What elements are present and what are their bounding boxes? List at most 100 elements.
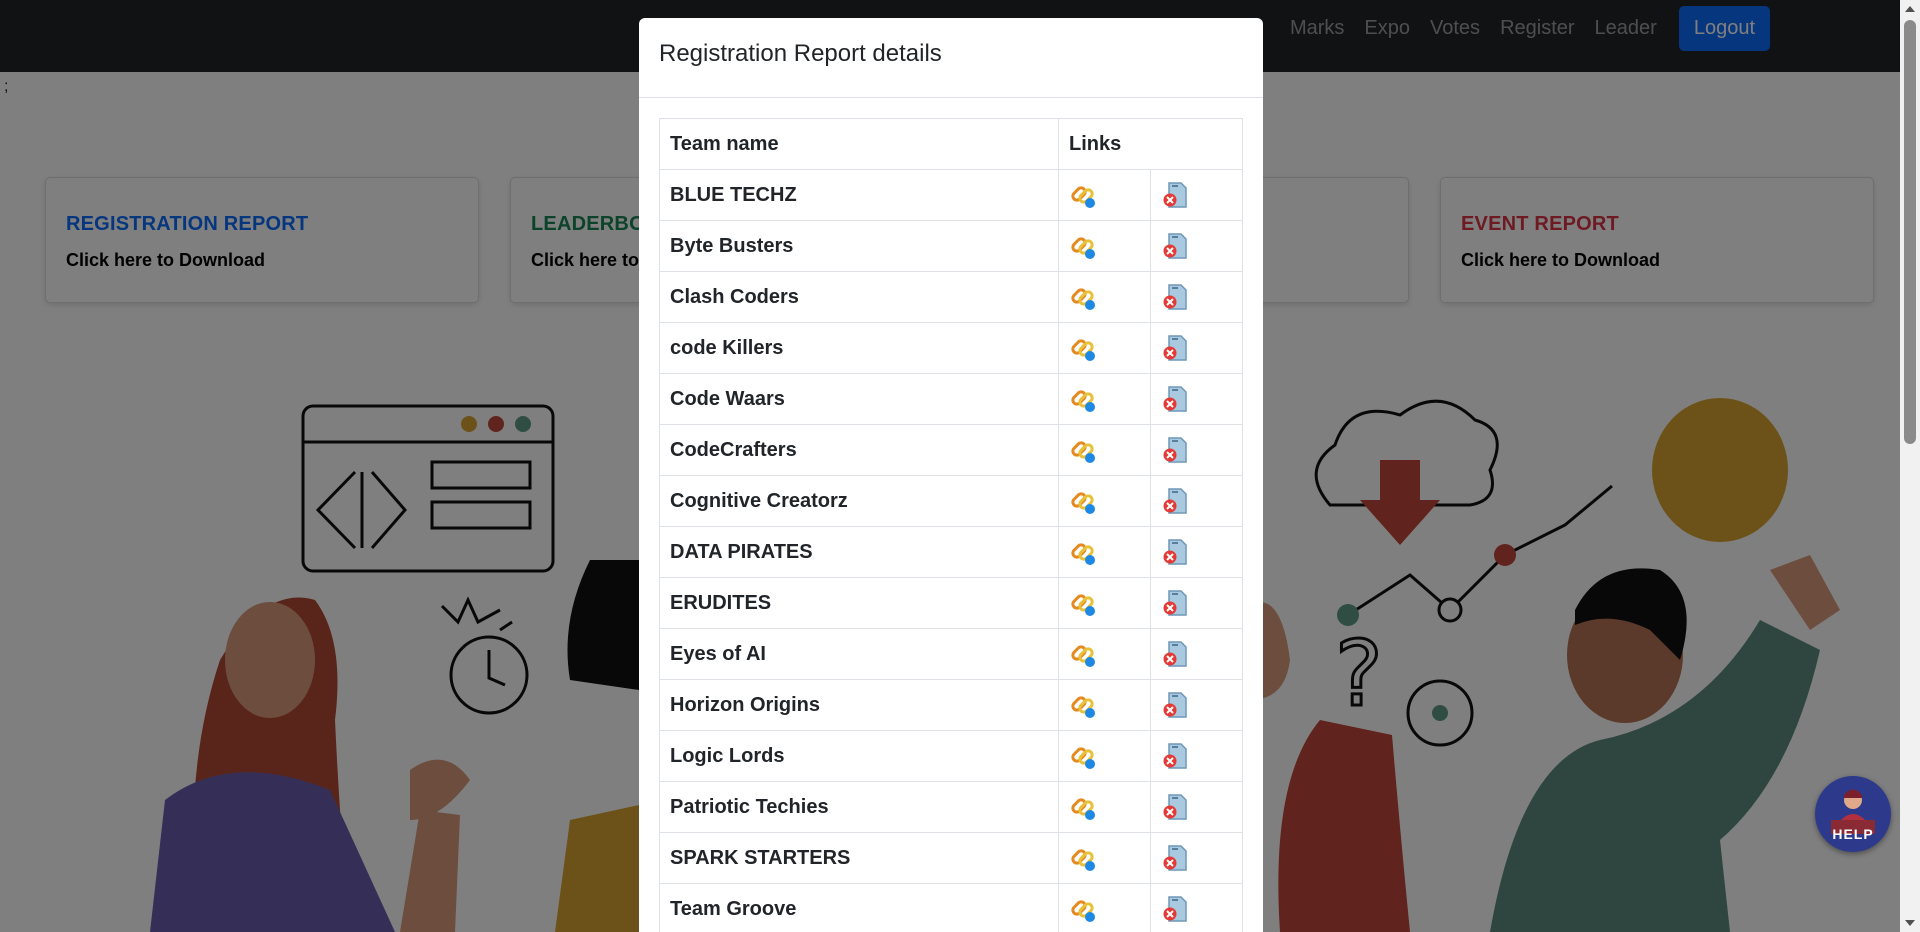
delete-cell	[1150, 628, 1243, 680]
registration-table: Team name Links BLUE TECHZ Byte Busters …	[659, 118, 1243, 932]
team-name-cell: ERUDITES	[659, 577, 1059, 629]
link-icon[interactable]	[1069, 334, 1097, 362]
link-icon[interactable]	[1069, 181, 1097, 209]
delete-cell	[1150, 832, 1243, 884]
link-icon[interactable]	[1069, 895, 1097, 923]
link-icon[interactable]	[1069, 436, 1097, 464]
delete-file-icon[interactable]	[1161, 691, 1189, 719]
modal-body: Team name Links BLUE TECHZ Byte Busters …	[639, 98, 1263, 932]
team-name-cell: Byte Busters	[659, 220, 1059, 272]
link-cell	[1058, 322, 1151, 374]
link-icon[interactable]	[1069, 385, 1097, 413]
table-row: CodeCrafters	[659, 424, 1243, 476]
scroll-up-arrow-icon[interactable]	[1905, 6, 1915, 12]
table-row: Horizon Origins	[659, 679, 1243, 731]
link-cell	[1058, 781, 1151, 833]
delete-cell	[1150, 220, 1243, 272]
table-row: Patriotic Techies	[659, 781, 1243, 833]
delete-file-icon[interactable]	[1161, 793, 1189, 821]
help-button[interactable]: HELP	[1815, 776, 1891, 852]
table-row: Eyes of AI	[659, 628, 1243, 680]
delete-file-icon[interactable]	[1161, 844, 1189, 872]
scrollbar-thumb[interactable]	[1904, 20, 1916, 444]
team-name-cell: BLUE TECHZ	[659, 169, 1059, 221]
delete-file-icon[interactable]	[1161, 436, 1189, 464]
delete-cell	[1150, 271, 1243, 323]
link-icon[interactable]	[1069, 232, 1097, 260]
table-row: Team Groove	[659, 883, 1243, 932]
link-cell	[1058, 220, 1151, 272]
team-name-cell: Cognitive Creatorz	[659, 475, 1059, 527]
link-icon[interactable]	[1069, 283, 1097, 311]
team-name-cell: CodeCrafters	[659, 424, 1059, 476]
column-header-team-name: Team name	[659, 118, 1059, 170]
table-row: Logic Lords	[659, 730, 1243, 782]
link-icon[interactable]	[1069, 487, 1097, 515]
link-icon[interactable]	[1069, 844, 1097, 872]
team-name-cell: Logic Lords	[659, 730, 1059, 782]
delete-file-icon[interactable]	[1161, 742, 1189, 770]
link-cell	[1058, 169, 1151, 221]
table-row: Byte Busters	[659, 220, 1243, 272]
delete-file-icon[interactable]	[1161, 385, 1189, 413]
delete-file-icon[interactable]	[1161, 334, 1189, 362]
delete-file-icon[interactable]	[1161, 487, 1189, 515]
delete-cell	[1150, 730, 1243, 782]
team-name-cell: DATA PIRATES	[659, 526, 1059, 578]
link-cell	[1058, 628, 1151, 680]
delete-file-icon[interactable]	[1161, 589, 1189, 617]
link-cell	[1058, 424, 1151, 476]
delete-file-icon[interactable]	[1161, 181, 1189, 209]
delete-cell	[1150, 577, 1243, 629]
table-row: DATA PIRATES	[659, 526, 1243, 578]
link-icon[interactable]	[1069, 589, 1097, 617]
table-row: SPARK STARTERS	[659, 832, 1243, 884]
registration-report-modal: Registration Report details Team name Li…	[639, 18, 1263, 932]
team-name-cell: Horizon Origins	[659, 679, 1059, 731]
link-icon[interactable]	[1069, 640, 1097, 668]
link-icon[interactable]	[1069, 742, 1097, 770]
delete-cell	[1150, 475, 1243, 527]
modal-title: Registration Report details	[659, 40, 942, 67]
table-row: Code Waars	[659, 373, 1243, 425]
team-name-cell: code Killers	[659, 322, 1059, 374]
team-name-cell: Team Groove	[659, 883, 1059, 932]
delete-file-icon[interactable]	[1161, 895, 1189, 923]
link-cell	[1058, 883, 1151, 932]
delete-cell	[1150, 373, 1243, 425]
delete-cell	[1150, 679, 1243, 731]
delete-file-icon[interactable]	[1161, 232, 1189, 260]
link-icon[interactable]	[1069, 691, 1097, 719]
delete-cell	[1150, 169, 1243, 221]
link-icon[interactable]	[1069, 538, 1097, 566]
delete-file-icon[interactable]	[1161, 640, 1189, 668]
link-cell	[1058, 730, 1151, 782]
page-scrollbar[interactable]	[1900, 0, 1920, 932]
link-icon[interactable]	[1069, 793, 1097, 821]
delete-file-icon[interactable]	[1161, 283, 1189, 311]
link-cell	[1058, 679, 1151, 731]
team-name-cell: Clash Coders	[659, 271, 1059, 323]
link-cell	[1058, 577, 1151, 629]
table-row: Clash Coders	[659, 271, 1243, 323]
link-cell	[1058, 271, 1151, 323]
link-cell	[1058, 526, 1151, 578]
table-row: code Killers	[659, 322, 1243, 374]
team-name-cell: Code Waars	[659, 373, 1059, 425]
delete-cell	[1150, 526, 1243, 578]
scroll-down-arrow-icon[interactable]	[1905, 920, 1915, 926]
link-cell	[1058, 373, 1151, 425]
delete-cell	[1150, 781, 1243, 833]
link-cell	[1058, 475, 1151, 527]
help-label: HELP	[1832, 826, 1874, 842]
table-row: BLUE TECHZ	[659, 169, 1243, 221]
link-cell	[1058, 832, 1151, 884]
table-header-row: Team name Links	[659, 118, 1243, 170]
delete-cell	[1150, 424, 1243, 476]
table-row: Cognitive Creatorz	[659, 475, 1243, 527]
table-row: ERUDITES	[659, 577, 1243, 629]
delete-file-icon[interactable]	[1161, 538, 1189, 566]
team-name-cell: SPARK STARTERS	[659, 832, 1059, 884]
column-header-links: Links	[1058, 118, 1243, 170]
team-name-cell: Patriotic Techies	[659, 781, 1059, 833]
